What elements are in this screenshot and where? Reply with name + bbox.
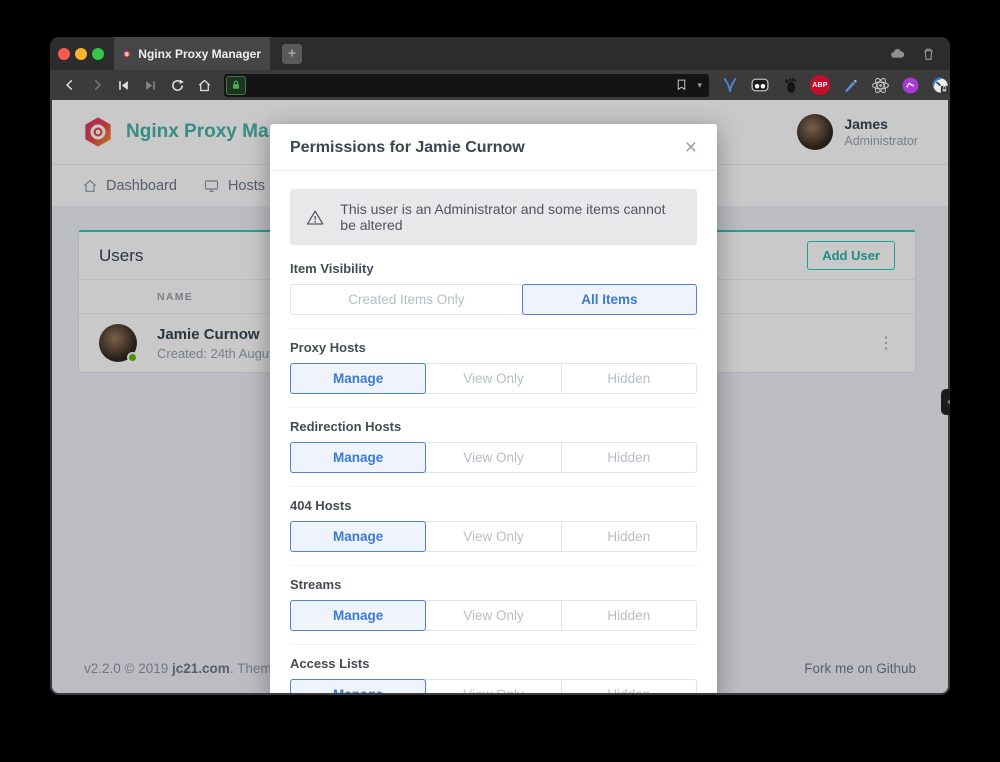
permission-group-label-access-lists: Access Lists (290, 656, 697, 671)
reload-button[interactable] (164, 72, 191, 98)
option-item-visibility-created-items-only[interactable]: Created Items Only (290, 284, 523, 315)
option-404-hosts-manage[interactable]: Manage (290, 521, 426, 552)
window-controls (50, 37, 114, 70)
group-divider (290, 486, 697, 487)
browser-toolbar: ▾ ABP (50, 70, 950, 100)
extension-adblock-plus-icon[interactable]: ABP (809, 74, 831, 96)
address-bar[interactable]: ▾ (224, 74, 709, 97)
bookmark-caret-icon[interactable]: ▾ (697, 80, 702, 91)
maximize-window-button[interactable] (92, 48, 104, 60)
new-tab-button[interactable]: + (282, 44, 302, 64)
browser-tab[interactable]: Nginx Proxy Manager (114, 37, 270, 70)
option-item-visibility-all-items[interactable]: All Items (522, 284, 697, 315)
option-proxy-hosts-view-only[interactable]: View Only (425, 363, 561, 394)
extension-atom-icon[interactable] (869, 74, 891, 96)
extension-gauge-icon[interactable] (929, 74, 950, 96)
fast-forward-button[interactable] (137, 72, 164, 98)
extension-wishbone-icon[interactable] (719, 74, 741, 96)
group-divider (290, 565, 697, 566)
option-404-hosts-hidden[interactable]: Hidden (561, 521, 697, 552)
bookmark-icon[interactable] (675, 78, 688, 92)
option-proxy-hosts-manage[interactable]: Manage (290, 363, 426, 394)
option-streams-hidden[interactable]: Hidden (561, 600, 697, 631)
permission-group-404-hosts: ManageView OnlyHidden (290, 521, 697, 552)
panel-arrow-icon (944, 399, 950, 405)
option-streams-view-only[interactable]: View Only (425, 600, 561, 631)
back-button[interactable] (56, 72, 83, 98)
forward-button[interactable] (83, 72, 110, 98)
option-streams-manage[interactable]: Manage (290, 600, 426, 631)
trash-icon[interactable] (921, 46, 936, 62)
permission-groups: Item Visibility Created Items OnlyAll Ite… (290, 261, 697, 693)
permission-group-label-proxy-hosts: Proxy Hosts (290, 340, 697, 355)
ssl-lock-icon[interactable] (226, 76, 246, 95)
modal-title: Permissions for Jamie Curnow (290, 139, 525, 157)
nginx-proxy-manager-app: Nginx Proxy Manager James Administrator … (52, 100, 948, 693)
administrator-alert: This user is an Administrator and some i… (290, 189, 697, 245)
alert-text: This user is an Administrator and some i… (340, 201, 681, 233)
option-redirection-hosts-hidden[interactable]: Hidden (561, 442, 697, 473)
permission-group-redirection-hosts: ManageView OnlyHidden (290, 442, 697, 473)
group-divider (290, 644, 697, 645)
sync-cloud-icon[interactable] (889, 45, 906, 62)
home-button[interactable] (191, 72, 218, 98)
favicon-npm-logo (123, 46, 130, 62)
modal-close-button[interactable]: × (685, 140, 697, 156)
option-404-hosts-view-only[interactable]: View Only (425, 521, 561, 552)
minimize-window-button[interactable] (75, 48, 87, 60)
abp-label: ABP (812, 82, 827, 89)
tab-title: Nginx Proxy Manager (138, 47, 261, 61)
permission-group-streams: ManageView OnlyHidden (290, 600, 697, 631)
permission-group-item-visibility: Created Items OnlyAll Items (290, 284, 697, 315)
panel-toggle-handle[interactable] (941, 389, 950, 415)
extension-pen-icon[interactable] (839, 74, 861, 96)
option-access-lists-hidden[interactable]: Hidden (561, 679, 697, 693)
group-divider (290, 328, 697, 329)
tab-bar: Nginx Proxy Manager + (50, 37, 950, 70)
permission-group-access-lists: ManageView OnlyHidden (290, 679, 697, 693)
permission-group-label-streams: Streams (290, 577, 697, 592)
close-window-button[interactable] (58, 48, 70, 60)
extension-goggles-icon[interactable] (749, 74, 771, 96)
option-access-lists-view-only[interactable]: View Only (425, 679, 561, 693)
permission-group-label-item-visibility: Item Visibility (290, 261, 697, 276)
option-redirection-hosts-manage[interactable]: Manage (290, 442, 426, 473)
browser-window: Nginx Proxy Manager + (50, 37, 950, 695)
page-viewport: Nginx Proxy Manager James Administrator … (50, 100, 950, 695)
permissions-modal: Permissions for Jamie Curnow × This user… (270, 124, 717, 693)
permission-group-label-redirection-hosts: Redirection Hosts (290, 419, 697, 434)
extension-purple-icon[interactable] (899, 74, 921, 96)
permission-group-proxy-hosts: ManageView OnlyHidden (290, 363, 697, 394)
permission-group-label-404-hosts: 404 Hosts (290, 498, 697, 513)
extension-gnome-foot-icon[interactable] (779, 74, 801, 96)
rewind-button[interactable] (110, 72, 137, 98)
option-proxy-hosts-hidden[interactable]: Hidden (561, 363, 697, 394)
option-redirection-hosts-view-only[interactable]: View Only (425, 442, 561, 473)
option-access-lists-manage[interactable]: Manage (290, 679, 426, 693)
warning-icon (306, 207, 324, 228)
group-divider (290, 407, 697, 408)
